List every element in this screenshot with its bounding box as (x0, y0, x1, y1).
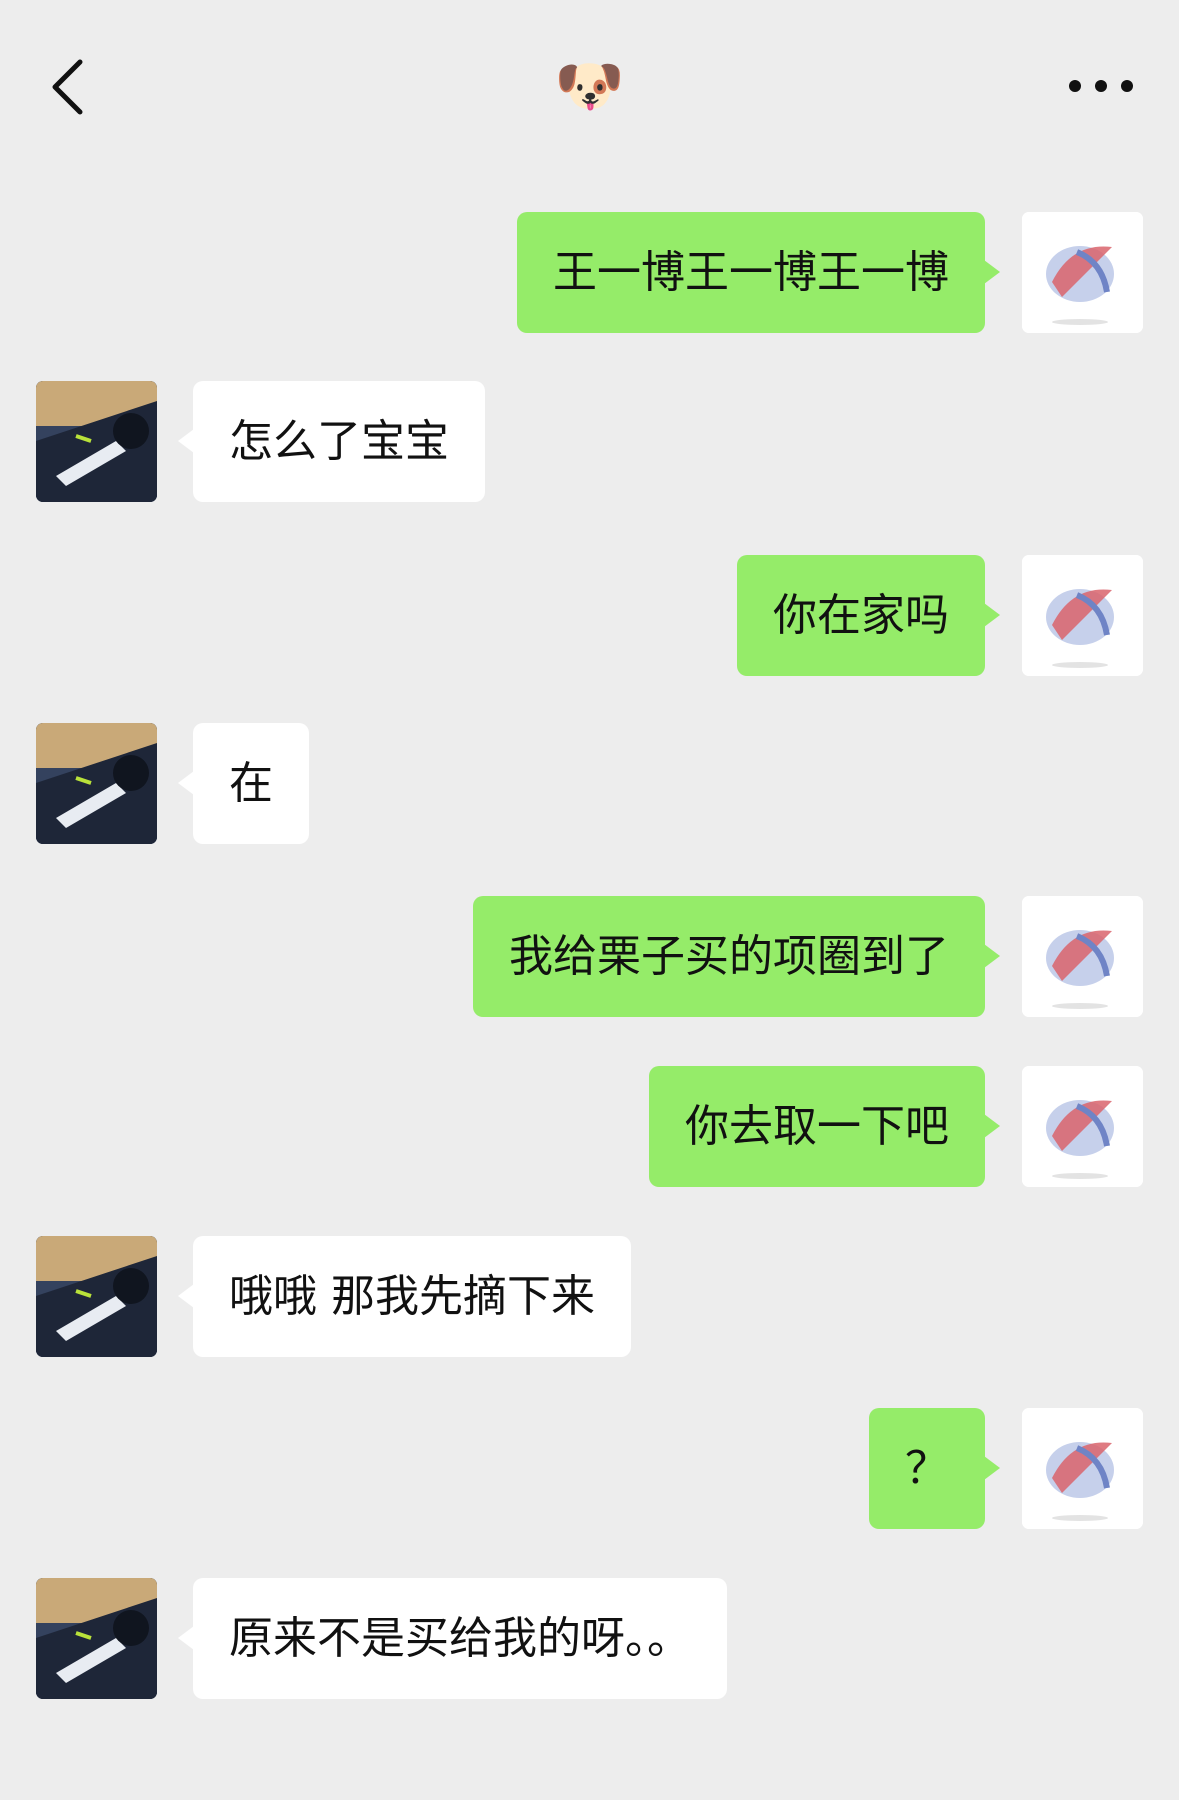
message-row: 你在家吗 (0, 555, 1179, 676)
message-bubble-outgoing[interactable]: 你去取一下吧 (649, 1066, 1000, 1187)
message-row: 怎么了宝宝 (0, 381, 1179, 502)
message-bubble-outgoing[interactable]: 我给栗子买的项圈到了 (473, 896, 1000, 1017)
message-row: 王一博王一博王一博 (0, 212, 1179, 333)
message-row: 哦哦 那我先摘下来 (0, 1236, 1179, 1357)
message-row: ？ (0, 1408, 1179, 1529)
contact-avatar[interactable] (36, 723, 157, 844)
message-bubble-outgoing[interactable]: 你在家吗 (737, 555, 1000, 676)
my-avatar[interactable] (1022, 555, 1143, 676)
message-bubble-outgoing[interactable]: ？ (869, 1408, 1000, 1529)
more-button[interactable] (1061, 58, 1141, 114)
message-bubble-incoming[interactable]: 怎么了宝宝 (178, 381, 485, 502)
chat-header: 🐶 (0, 0, 1179, 160)
my-avatar[interactable] (1022, 212, 1143, 333)
message-row: 在 (0, 723, 1179, 844)
my-avatar[interactable] (1022, 1408, 1143, 1529)
chat-title: 🐶 (554, 54, 625, 119)
message-row: 我给栗子买的项圈到了 (0, 896, 1179, 1017)
message-row: 你去取一下吧 (0, 1066, 1179, 1187)
message-bubble-incoming[interactable]: 哦哦 那我先摘下来 (178, 1236, 631, 1357)
message-row: 原来不是买给我的呀。。 (0, 1578, 1179, 1699)
contact-avatar[interactable] (36, 1236, 157, 1357)
contact-avatar[interactable] (36, 381, 157, 502)
message-bubble-incoming[interactable]: 原来不是买给我的呀。。 (178, 1578, 727, 1699)
my-avatar[interactable] (1022, 896, 1143, 1017)
message-bubble-incoming[interactable]: 在 (178, 723, 309, 844)
message-bubble-outgoing[interactable]: 王一博王一博王一博 (517, 212, 1000, 333)
more-horizontal-icon (1069, 80, 1133, 92)
my-avatar[interactable] (1022, 1066, 1143, 1187)
contact-avatar[interactable] (36, 1578, 157, 1699)
